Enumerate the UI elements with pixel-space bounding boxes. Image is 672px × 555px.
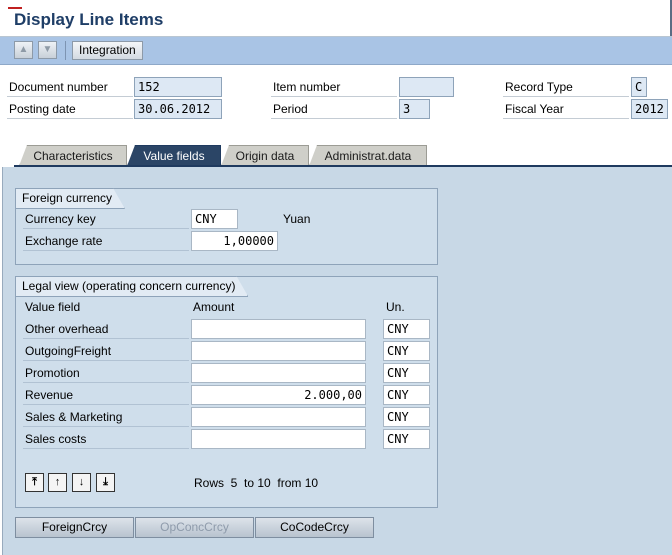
period-field[interactable]: 3 — [399, 99, 430, 119]
unit-field[interactable]: CNY — [383, 341, 430, 361]
amount-column-header: Amount — [193, 300, 235, 314]
value-field-column-header: Value field — [25, 300, 81, 314]
title-mark — [8, 7, 22, 9]
previous-page-button[interactable]: ↑ — [48, 473, 67, 492]
record-type-label: Record Type — [503, 77, 629, 97]
page-title: Display Line Items — [14, 10, 164, 29]
tab-strip: Characteristics Value fields Origin data… — [0, 140, 672, 167]
amount-field[interactable] — [191, 407, 366, 427]
unit-field[interactable]: CNY — [383, 385, 430, 405]
table-row-label: Sales costs — [23, 429, 189, 449]
previous-item-button[interactable]: ▲ — [14, 41, 33, 59]
amount-field[interactable] — [191, 429, 366, 449]
currency-description: Yuan — [283, 212, 311, 226]
unit-field[interactable]: CNY — [383, 319, 430, 339]
currency-key-field[interactable]: CNY — [191, 209, 238, 229]
table-row-label: Other overhead — [23, 319, 189, 339]
application-toolbar: ▲ ▼ Integration — [0, 37, 672, 65]
unit-field[interactable]: CNY — [383, 429, 430, 449]
previous-page-icon: ↑ — [54, 476, 61, 488]
unit-column-header: Un. — [386, 300, 405, 314]
document-number-field[interactable]: 152 — [134, 77, 222, 97]
posting-date-field[interactable]: 30.06.2012 — [134, 99, 222, 119]
tab-characteristics[interactable]: Characteristics — [19, 145, 127, 166]
last-page-button[interactable]: ⤓ — [96, 473, 115, 492]
integration-button[interactable]: Integration — [72, 41, 143, 60]
foreign-currency-button[interactable]: ForeignCrcy — [15, 517, 134, 538]
next-item-button[interactable]: ▼ — [38, 41, 57, 59]
unit-field[interactable]: CNY — [383, 363, 430, 383]
tab-origin-data[interactable]: Origin data — [221, 145, 309, 166]
rows-info: Rows 5 to 10 from 10 — [194, 476, 319, 490]
operating-concern-currency-button[interactable]: OpConcCrcy — [135, 517, 254, 538]
document-number-label: Document number — [7, 77, 133, 97]
first-page-icon: ⤒ — [32, 476, 37, 488]
tab-administrat-data[interactable]: Administrat.data — [309, 145, 427, 166]
amount-field[interactable] — [191, 319, 366, 339]
item-number-field[interactable] — [399, 77, 454, 97]
amount-field[interactable] — [191, 341, 366, 361]
amount-field[interactable]: 2.000,00 — [191, 385, 366, 405]
table-row-label: Promotion — [23, 363, 189, 383]
toolbar-separator — [65, 41, 66, 60]
fiscal-year-label: Fiscal Year — [503, 99, 629, 119]
fiscal-year-field[interactable]: 2012 — [631, 99, 668, 119]
posting-date-label: Posting date — [7, 99, 133, 119]
table-row-label: Revenue — [23, 385, 189, 405]
amount-field[interactable] — [191, 363, 366, 383]
table-row-label: OutgoingFreight — [23, 341, 189, 361]
company-code-currency-button[interactable]: CoCodeCrcy — [255, 517, 374, 538]
next-page-button[interactable]: ↓ — [72, 473, 91, 492]
item-number-label: Item number — [271, 77, 397, 97]
arrow-down-icon: ▼ — [42, 44, 53, 55]
table-row-label: Sales & Marketing — [23, 407, 189, 427]
last-page-icon: ⤓ — [103, 476, 108, 488]
currency-key-label: Currency key — [23, 209, 189, 229]
unit-field[interactable]: CNY — [383, 407, 430, 427]
title-bar: Display Line Items — [0, 0, 672, 37]
foreign-currency-title: Foreign currency — [15, 188, 125, 209]
first-page-button[interactable]: ⤒ — [25, 473, 44, 492]
record-type-field[interactable]: C — [631, 77, 647, 97]
tab-value-fields[interactable]: Value fields — [127, 145, 221, 166]
exchange-rate-label: Exchange rate — [23, 231, 189, 251]
period-label: Period — [271, 99, 397, 119]
next-page-icon: ↓ — [78, 476, 85, 488]
exchange-rate-field[interactable]: 1,00000 — [191, 231, 278, 251]
legal-view-title: Legal view (operating concern currency) — [15, 276, 248, 297]
arrow-up-icon: ▲ — [18, 44, 29, 55]
